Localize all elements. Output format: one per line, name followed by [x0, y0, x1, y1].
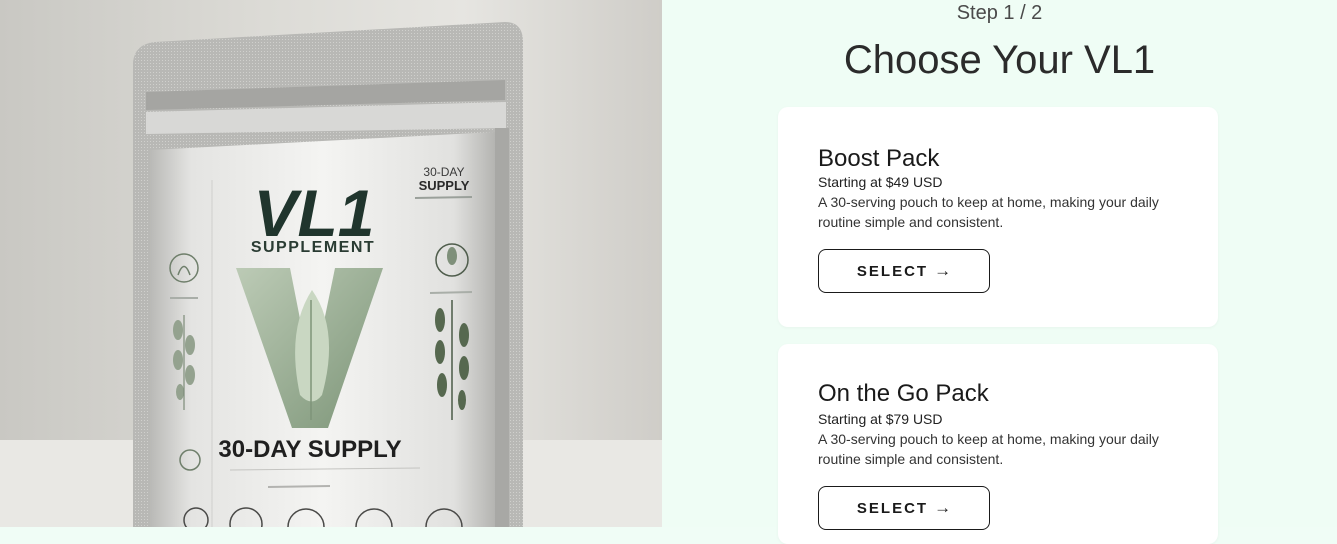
pouch-corner-text-1: 30-DAY	[423, 165, 464, 179]
pack-price: Starting at $49 USD	[818, 174, 943, 190]
select-button-label: SELECT	[856, 499, 929, 517]
select-button-label: SELECT	[856, 262, 929, 280]
pouch-subtitle-text: SUPPLEMENT	[251, 239, 375, 256]
arrow-right-icon: →	[934, 498, 952, 517]
pack-description: A 30-serving pouch to keep at home, maki…	[818, 431, 1159, 467]
pack-description: A 30-serving pouch to keep at home, maki…	[818, 194, 1159, 230]
checkout-panel: Step 1 / 2 Choose Your VL1 Boost Pack St…	[662, 0, 1337, 544]
product-image: VL1 SUPPLEMENT 30-DAY SUPPLY 30-DAY SUPP…	[0, 0, 662, 527]
arrow-right-icon: →	[934, 261, 952, 280]
pouch-corner-text-2: SUPPLY	[419, 178, 470, 193]
pack-price: Starting at $79 USD	[818, 411, 943, 427]
pouch-supply-text: 30-DAY SUPPLY	[218, 436, 401, 463]
page-title: Choose Your VL1	[843, 38, 1156, 82]
pack-card-on-the-go: On the Go Pack Starting at $79 USD A 30-…	[778, 344, 1218, 544]
step-indicator: Step 1 / 2	[956, 2, 1043, 24]
select-on-the-go-pack-button[interactable]: SELECT →	[818, 486, 990, 530]
select-boost-pack-button[interactable]: SELECT →	[818, 249, 990, 293]
pack-card-boost: Boost Pack Starting at $49 USD A 30-serv…	[778, 107, 1218, 327]
pack-name: Boost Pack	[818, 145, 940, 172]
pack-name: On the Go Pack	[818, 380, 989, 407]
supplement-pouch: VL1 SUPPLEMENT 30-DAY SUPPLY 30-DAY SUPP…	[133, 22, 523, 527]
